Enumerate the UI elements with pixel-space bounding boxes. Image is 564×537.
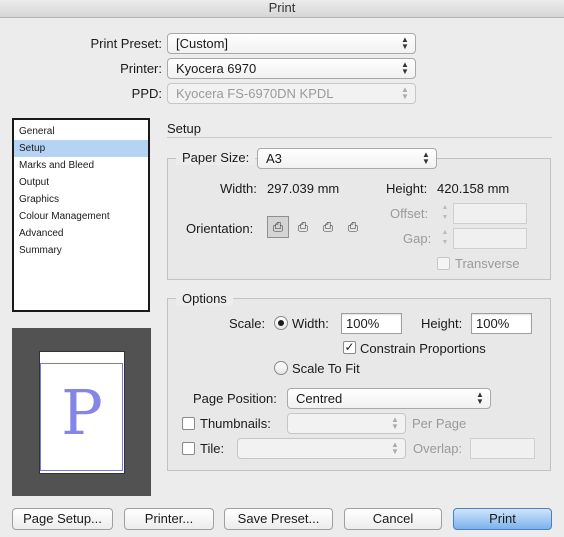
save-preset-button[interactable]: Save Preset...: [224, 508, 333, 530]
offset-stepper: ▲ ▼: [441, 204, 449, 221]
paper-height-value: 420.158 mm: [437, 181, 510, 196]
sidebar-item-output[interactable]: Output: [14, 174, 148, 191]
reverse-landscape-icon[interactable]: ⎙: [342, 216, 364, 238]
sidebar-item-marks-and-bleed[interactable]: Marks and Bleed: [14, 157, 148, 174]
sidebar-item-summary[interactable]: Summary: [14, 242, 148, 259]
scale-width-label: Width:: [292, 316, 329, 331]
printer-select[interactable]: Kyocera 6970 ▲ ▼: [167, 58, 416, 79]
transverse-label: Transverse: [455, 256, 520, 271]
cancel-button[interactable]: Cancel: [344, 508, 442, 530]
paper-height-label: Height:: [386, 181, 428, 196]
updown-arrow-icon: ▲ ▼: [401, 60, 409, 76]
printer-button[interactable]: Printer...: [124, 508, 214, 530]
print-preset-value: [Custom]: [176, 36, 229, 51]
preview-glyph: P: [61, 376, 103, 449]
options-title: Options: [176, 291, 233, 306]
orientation-label: Orientation:: [186, 221, 254, 236]
page-setup-button[interactable]: Page Setup...: [12, 508, 113, 530]
paper-size-value: A3: [266, 151, 282, 166]
reverse-portrait-icon[interactable]: ⎙: [317, 216, 339, 238]
paper-size-label: Paper Size:: [176, 150, 256, 165]
overlap-field: [470, 438, 535, 459]
tile-checkbox[interactable]: [182, 442, 195, 455]
print-preset-label: Print Preset:: [90, 36, 162, 51]
per-page-label: Per Page: [412, 416, 467, 431]
sidebar-item-setup[interactable]: Setup: [14, 140, 148, 157]
updown-arrow-icon: ▲ ▼: [391, 415, 399, 431]
gap-stepper: ▲ ▼: [441, 229, 449, 246]
printer-label: Printer:: [120, 61, 162, 76]
thumbnails-select: ▲ ▼: [287, 413, 406, 434]
landscape-icon[interactable]: ⎙: [292, 216, 314, 238]
constrain-proportions-checkbox[interactable]: ✓: [343, 341, 356, 354]
paper-width-value: 297.039 mm: [267, 181, 340, 196]
print-preset-select[interactable]: [Custom] ▲ ▼: [167, 33, 416, 54]
sidebar-item-graphics[interactable]: Graphics: [14, 191, 148, 208]
sidebar-item-advanced[interactable]: Advanced: [14, 225, 148, 242]
paper-width-label: Width:: [220, 181, 257, 196]
scale-height-label: Height:: [421, 316, 463, 331]
scale-height-input[interactable]: 100%: [471, 313, 532, 334]
updown-arrow-icon: ▲ ▼: [476, 390, 484, 406]
ppd-value: Kyocera FS-6970DN KPDL: [176, 86, 334, 101]
updown-arrow-icon: ▲ ▼: [391, 440, 399, 456]
transverse-checkbox: [437, 257, 450, 270]
overlap-label: Overlap:: [413, 441, 463, 456]
offset-label: Offset:: [390, 206, 429, 221]
page-position-label: Page Position:: [193, 391, 277, 406]
scale-to-fit-radio[interactable]: [274, 361, 288, 375]
gap-field: [453, 228, 527, 249]
print-button[interactable]: Print: [453, 508, 552, 530]
scale-to-fit-label: Scale To Fit: [292, 361, 360, 376]
category-list[interactable]: General Setup Marks and Bleed Output Gra…: [12, 118, 150, 312]
printer-value: Kyocera 6970: [176, 61, 257, 76]
thumbnails-checkbox[interactable]: [182, 417, 195, 430]
updown-arrow-icon: ▲ ▼: [401, 85, 409, 101]
tile-select: ▲ ▼: [237, 438, 406, 459]
tile-label: Tile:: [200, 441, 225, 456]
window-titlebar: Print: [0, 0, 564, 18]
paper-size-select[interactable]: A3 ▲ ▼: [257, 148, 437, 169]
gap-label: Gap:: [403, 231, 432, 246]
window-title: Print: [268, 0, 296, 15]
page-position-select[interactable]: Centred ▲ ▼: [287, 388, 491, 409]
offset-field: [453, 203, 527, 224]
section-divider: [167, 137, 552, 138]
sidebar-item-colour-management[interactable]: Colour Management: [14, 208, 148, 225]
updown-arrow-icon: ▲ ▼: [422, 150, 430, 166]
scale-width-input[interactable]: 100%: [341, 313, 402, 334]
checkmark-icon: ✓: [344, 340, 355, 354]
thumbnails-label: Thumbnails:: [200, 416, 271, 431]
scale-label: Scale:: [229, 316, 266, 331]
section-title: Setup: [167, 121, 201, 136]
sidebar-item-general[interactable]: General: [14, 123, 148, 140]
constrain-proportions-label: Constrain Proportions: [360, 341, 486, 356]
scale-width-radio[interactable]: [274, 316, 288, 330]
ppd-select: Kyocera FS-6970DN KPDL ▲ ▼: [167, 83, 416, 104]
page-position-value: Centred: [296, 391, 343, 406]
ppd-label: PPD:: [131, 86, 162, 101]
updown-arrow-icon: ▲ ▼: [401, 35, 409, 51]
portrait-icon[interactable]: ⎙: [267, 216, 289, 238]
